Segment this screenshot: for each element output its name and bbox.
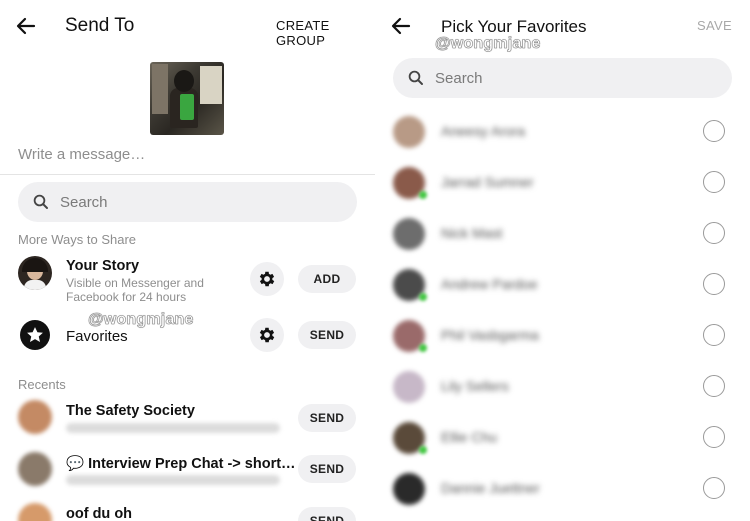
online-indicator — [419, 191, 427, 199]
select-radio[interactable] — [703, 120, 725, 142]
contact-name: Jarrad Sumner — [441, 174, 534, 190]
avatar — [393, 371, 425, 403]
create-group-button[interactable]: CREATE GROUP — [276, 18, 375, 48]
more-ways-heading: More Ways to Share — [18, 232, 137, 247]
search-input[interactable]: Search — [393, 58, 732, 98]
select-radio[interactable] — [703, 477, 725, 499]
list-item[interactable]: Ellie Chu — [375, 413, 750, 464]
watermark-text: @wongmjane — [88, 311, 194, 329]
gear-icon — [259, 271, 275, 287]
shared-photo-thumbnail — [150, 62, 224, 135]
list-item[interactable]: Phil Vasbgarma — [375, 311, 750, 362]
save-button[interactable]: SAVE — [697, 18, 732, 33]
select-radio[interactable] — [703, 375, 725, 397]
your-story-title: Your Story — [66, 258, 140, 274]
contact-name: Andrew Pardoe — [441, 276, 538, 292]
search-icon — [33, 194, 48, 209]
search-placeholder: Search — [60, 193, 108, 211]
select-radio[interactable] — [703, 171, 725, 193]
avatar — [18, 400, 52, 434]
recent-title: oof du oh — [66, 506, 133, 521]
list-item[interactable]: Dannie Juettner — [375, 464, 750, 515]
search-icon — [408, 70, 423, 85]
contact-name: Lily Sellers — [441, 378, 509, 394]
avatar — [393, 473, 425, 505]
search-input[interactable]: Search — [18, 182, 357, 222]
contact-name: Ellie Chu — [441, 429, 498, 445]
page-title: Send To — [65, 15, 135, 36]
watermark-text: @wongmjane — [435, 35, 541, 53]
select-radio[interactable] — [703, 222, 725, 244]
select-radio[interactable] — [703, 426, 725, 448]
send-button[interactable]: SEND — [298, 404, 356, 432]
send-favorites-button[interactable]: SEND — [298, 321, 356, 349]
contact-name: Aneesy Arora — [441, 123, 526, 139]
contact-name: Phil Vasbgarma — [441, 327, 539, 343]
back-arrow-icon[interactable] — [14, 14, 38, 38]
online-indicator — [419, 446, 427, 454]
list-item[interactable]: Andrew Pardoe — [375, 260, 750, 311]
message-input[interactable]: Write a message… — [18, 146, 145, 163]
send-to-pane: Send To CREATE GROUP Write a message… Se… — [0, 0, 375, 521]
avatar — [393, 116, 425, 148]
list-item[interactable]: Nick Mast — [375, 209, 750, 260]
send-button[interactable]: SEND — [298, 507, 356, 521]
recents-heading: Recents — [18, 377, 66, 392]
online-indicator — [419, 293, 427, 301]
back-arrow-icon[interactable] — [389, 14, 413, 38]
search-placeholder: Search — [435, 69, 483, 87]
select-radio[interactable] — [703, 273, 725, 295]
pick-favorites-pane: Pick Your Favorites SAVE @wongmjane Sear… — [375, 0, 750, 521]
send-button[interactable]: SEND — [298, 455, 356, 483]
recent-subtitle-blurred — [66, 475, 280, 485]
online-indicator — [419, 344, 427, 352]
list-item[interactable]: Jarrad Sumner — [375, 158, 750, 209]
contact-name: Nick Mast — [441, 225, 503, 241]
contact-name: Dannie Juettner — [441, 480, 540, 496]
recent-title: 💬 Interview Prep Chat -> short… — [66, 456, 296, 472]
select-radio[interactable] — [703, 324, 725, 346]
avatar — [18, 452, 52, 486]
recent-subtitle-blurred — [66, 423, 280, 433]
favorites-settings-button[interactable] — [250, 318, 284, 352]
list-item[interactable]: Aneesy Arora — [375, 107, 750, 158]
gear-icon — [259, 327, 275, 343]
recent-title: The Safety Society — [66, 403, 195, 419]
list-item[interactable]: Lily Sellers — [375, 362, 750, 413]
avatar — [18, 503, 52, 521]
avatar — [18, 256, 52, 290]
avatar — [393, 218, 425, 250]
your-story-subtitle: Visible on Messenger and Facebook for 24… — [66, 276, 204, 304]
page-title: Pick Your Favorites — [441, 17, 587, 36]
add-story-button[interactable]: ADD — [298, 265, 356, 293]
star-icon — [20, 320, 50, 350]
story-settings-button[interactable] — [250, 262, 284, 296]
favorites-title: Favorites — [66, 328, 128, 345]
divider — [0, 174, 375, 175]
